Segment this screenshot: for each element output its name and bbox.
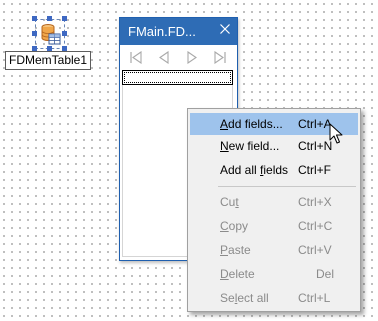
selection-handle[interactable] [32,16,37,21]
selection-handle[interactable] [62,16,67,21]
menu-item-label: Add all fields [220,163,288,177]
database-table-icon [41,24,61,45]
mouse-cursor-icon [329,123,343,144]
selection-handle[interactable] [62,31,67,36]
menu-item-label: New field... [220,139,279,153]
selection-handle[interactable] [32,31,37,36]
db-navigator[interactable] [121,46,236,69]
menu-item-label: Select all [220,291,269,305]
menu-item-shortcut: Ctrl+C [298,219,333,233]
selection-handle[interactable] [47,16,52,21]
menu-item-shortcut: Ctrl+N [298,139,333,153]
menu-item-label-rest: elete [228,267,255,281]
menu-item-label-rest: aste [228,243,251,257]
menu-item-shortcut: Ctrl+F [298,163,331,177]
close-icon[interactable] [217,21,233,37]
mnemonic: D [220,267,229,281]
mnemonic: N [220,139,229,153]
form-title-bar[interactable]: FMain.FD... [120,18,237,45]
menu-item-label: Delete [220,267,255,281]
menu-item-add-all-fields[interactable]: Add all fields Ctrl+F [190,159,358,181]
menu-item-label-rest: Add all [220,163,261,177]
next-record-icon [187,51,197,64]
menu-item-shortcut: Ctrl+X [298,195,332,209]
menu-separator [218,186,356,187]
menu-item-label: Cut [220,195,239,209]
menu-item-label-rest: Se [220,291,235,305]
form-title: FMain.FD... [128,24,196,39]
menu-item-cut[interactable]: Cut Ctrl+X [190,191,358,213]
prior-record-button[interactable] [150,48,178,67]
mnemonic: A [220,117,229,131]
menu-item-label-rest: dd fields... [228,117,283,131]
prior-record-icon [159,51,169,64]
menu-item-label: Copy [220,219,248,233]
menu-item-copy[interactable]: Copy Ctrl+C [190,215,358,237]
menu-item-label-rest: opy [228,219,249,233]
next-record-button[interactable] [178,48,206,67]
menu-item-shortcut: Del [316,267,335,281]
menu-item-label-rest: ields [263,163,289,177]
component-caption: FDMemTable1 [5,51,92,70]
last-record-icon [214,51,226,64]
focus-rect [124,72,231,83]
menu-item-select-all[interactable]: Select all Ctrl+L [190,287,358,309]
mnemonic: t [235,195,239,209]
menu-item-label-rest: Cu [220,195,236,209]
grid-header-row[interactable] [122,70,233,85]
first-record-icon [130,51,142,64]
fdmemtable-component[interactable] [32,16,68,52]
menu-item-shortcut: Ctrl+L [298,291,331,305]
mnemonic: P [220,243,229,257]
menu-item-paste[interactable]: Paste Ctrl+V [190,239,358,261]
menu-item-delete[interactable]: Delete Del [190,263,358,285]
menu-item-label-rest: ew field... [228,139,280,153]
last-record-button[interactable] [206,48,234,67]
designer-canvas[interactable]: { "component": { "caption": "FDMemTable1… [0,0,378,321]
menu-item-label: Paste [220,243,251,257]
menu-item-shortcut: Ctrl+V [298,243,332,257]
mnemonic: C [220,219,229,233]
first-record-button[interactable] [122,48,150,67]
menu-item-label-rest: ect all [237,291,269,305]
menu-item-shortcut: Ctrl+A [298,117,332,131]
menu-item-label: Add fields... [220,117,283,131]
